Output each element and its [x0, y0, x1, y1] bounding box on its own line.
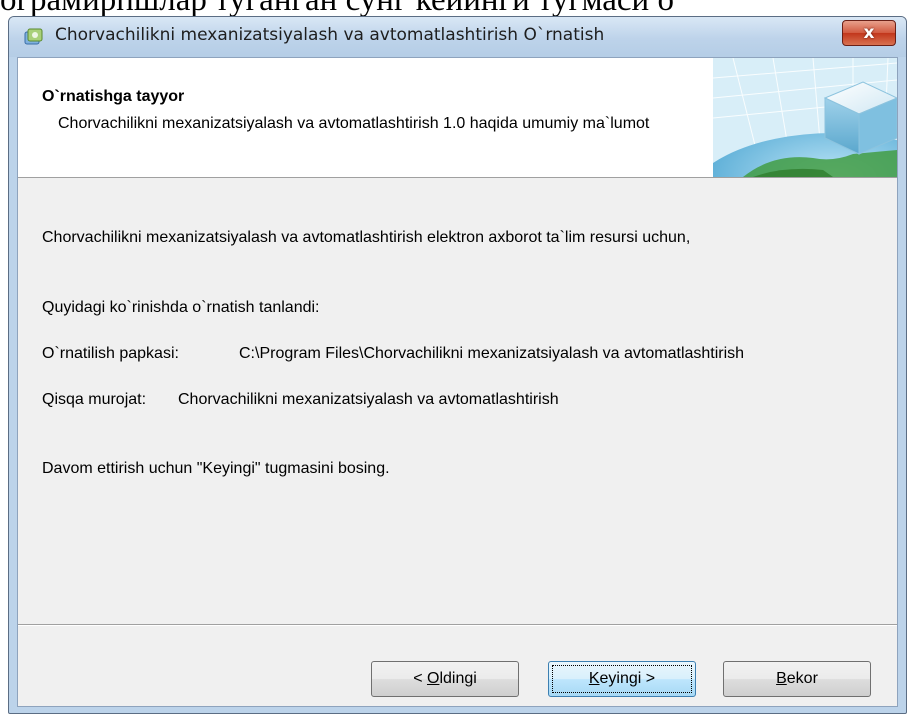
banner-title: O`rnatishga tayyor: [42, 88, 185, 105]
dialog-client-area: O`rnatishga tayyor Chorvachilikni mexani…: [17, 57, 898, 707]
install-folder-value: C:\Program Files\Chorvachilikni mexaniza…: [239, 345, 745, 362]
window-title: Chorvachilikni mexanizatsiyalash va avto…: [55, 25, 605, 45]
banner-subtitle: Chorvachilikni mexanizatsiyalash va avto…: [58, 115, 650, 132]
next-button[interactable]: Keyingi >: [548, 661, 696, 697]
back-button-label: < Oldingi: [413, 670, 477, 687]
globe-cube-graphic: [713, 58, 897, 177]
header-banner: O`rnatishga tayyor Chorvachilikni mexani…: [18, 58, 897, 178]
shortcut-label: Qisqa murojat:: [42, 391, 147, 408]
installer-icon: [24, 28, 43, 45]
back-button[interactable]: < Oldingi: [371, 661, 519, 697]
shortcut-value: Chorvachilikni mexanizatsiyalash va avto…: [178, 391, 559, 408]
installer-window: Chorvachilikni mexanizatsiyalash va avto…: [8, 16, 907, 714]
description-line: Chorvachilikni mexanizatsiyalash va avto…: [42, 229, 691, 246]
cancel-button[interactable]: Bekor: [723, 661, 871, 697]
close-button[interactable]: x: [842, 20, 896, 46]
install-folder-label: O`rnatilish papkasi:: [42, 345, 179, 362]
focus-ring: [552, 665, 692, 693]
selection-heading: Quyidagi ko`rinishda o`rnatish tanlandi:: [42, 299, 320, 316]
title-bar[interactable]: Chorvachilikni mexanizatsiyalash va avto…: [9, 17, 906, 57]
cancel-button-label: Bekor: [776, 670, 818, 687]
continue-instruction: Davom ettirish uchun "Keyingi" tugmasini…: [42, 460, 390, 477]
close-icon: x: [863, 23, 875, 43]
button-area-divider: [18, 624, 897, 626]
